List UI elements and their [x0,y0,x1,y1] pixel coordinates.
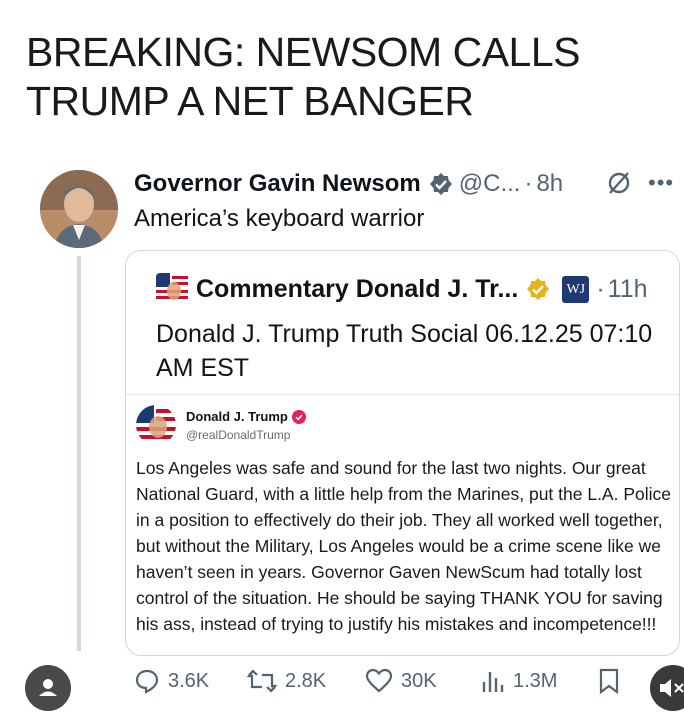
affiliate-badge: WJ [562,275,590,303]
verified-badge-icon [429,173,452,195]
author-avatar[interactable] [40,170,118,248]
thread-line [77,256,81,651]
truth-social-screenshot: Donald J. Trump @realDonaldTrump Los Ang… [126,394,679,655]
views-button[interactable]: 1.3M [481,668,557,694]
dot-separator: · [596,274,605,303]
views-count: 1.3M [513,669,558,692]
quote-header: Commentary Donald J. Tr... WJ · 11h [156,273,648,305]
bookmark-button[interactable] [598,668,628,694]
quote-avatar [156,273,188,305]
bookmark-icon [599,668,619,694]
action-bar: 3.6K 2.8K 30K 1.3M [0,668,684,704]
repost-icon [247,669,277,693]
embedded-name-row: Donald J. Trump [186,409,306,424]
truth-verified-icon [291,409,306,424]
embedded-body: Los Angeles was safe and sound for the l… [136,458,671,634]
author-name[interactable]: Governor Gavin Newsom [134,170,421,198]
reply-icon [135,669,159,694]
trump-avatar [136,405,176,445]
more-options-icon[interactable]: ••• [648,170,674,196]
grok-icon[interactable] [606,170,632,196]
like-icon [365,668,393,693]
gold-verified-badge-icon [527,278,550,300]
reply-count: 3.6K [168,669,210,692]
repost-count: 2.8K [285,669,327,692]
repost-button[interactable]: 2.8K [247,668,326,694]
like-count: 30K [401,669,437,692]
views-icon [482,672,504,692]
quoted-tweet[interactable]: Commentary Donald J. Tr... WJ · 11h Dona… [125,250,680,656]
tweet-header: Governor Gavin Newsom @C... · 8h [134,168,563,200]
headline: BREAKING: NEWSOM CALLS TRUMP A NET BANGE… [26,29,581,124]
embedded-handle: @realDonaldTrump [186,428,291,442]
author-handle[interactable]: @C... [459,170,521,198]
like-button[interactable]: 30K [365,668,437,694]
reply-button[interactable]: 3.6K [134,668,209,694]
mute-icon [660,679,684,697]
quote-author-name[interactable]: Commentary Donald J. Tr... [196,275,518,304]
tweet-time[interactable]: 8h [536,170,563,198]
dot-separator: · [524,170,533,197]
mute-button[interactable] [650,665,684,711]
quote-time[interactable]: 11h [608,275,648,304]
quote-text: Donald J. Trump Truth Social 06.12.25 07… [156,320,653,382]
tweet-text: America’s keyboard warrior [134,205,425,232]
embedded-name: Donald J. Trump [186,409,288,424]
